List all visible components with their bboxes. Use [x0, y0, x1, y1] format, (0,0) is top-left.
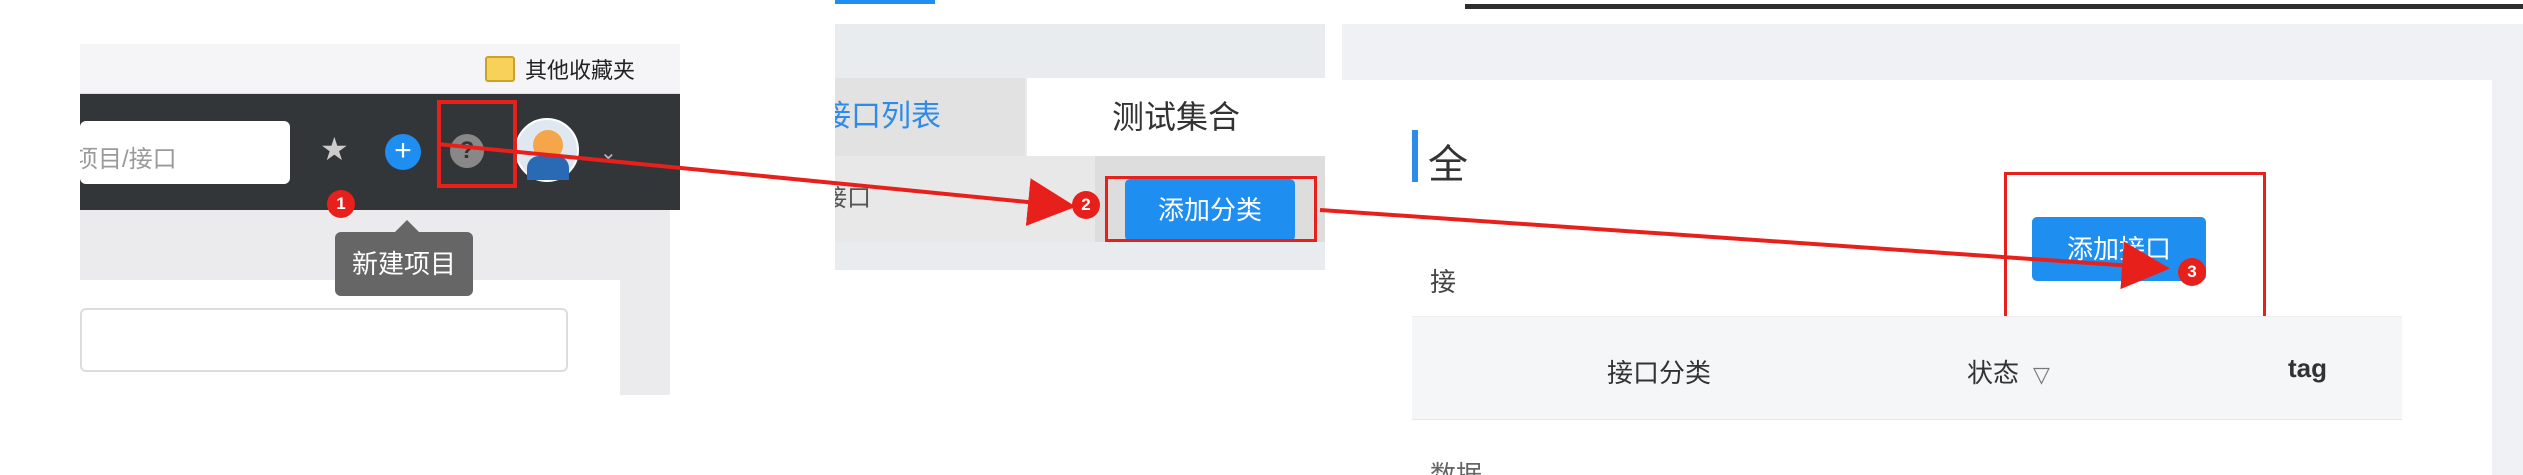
- avatar[interactable]: [515, 118, 579, 182]
- highlight-box-2: [1105, 176, 1317, 242]
- highlight-box-1: [437, 100, 517, 188]
- bookmarks-bar: 其他收藏夹: [80, 44, 680, 94]
- avatar-body: [527, 156, 569, 180]
- table-header: 接口分类 状态 ▽ tag: [1412, 316, 2402, 420]
- row-label: 接口: [835, 156, 1095, 242]
- side-label: 接: [1430, 267, 1457, 297]
- title-accent: [1412, 130, 1418, 182]
- chevron-down-icon[interactable]: ⌄: [600, 140, 617, 165]
- bookmark-folder[interactable]: 其他收藏夹: [485, 53, 635, 85]
- interface-content-panel: 全 接 添加接口 接口分类 状态 ▽ tag 数据: [1342, 0, 2523, 475]
- step-badge-2: 2: [1072, 191, 1100, 219]
- step-badge-3: 3: [2178, 258, 2206, 286]
- active-tab-indicator: [835, 0, 935, 4]
- interface-tabs-panel: 接口列表 测试集合 接口 添加分类: [835, 0, 1325, 270]
- th-category: 接口分类: [1607, 358, 1712, 388]
- top-border: [1465, 4, 2523, 9]
- bookmark-folder-label: 其他收藏夹: [525, 58, 636, 83]
- bookmark-folder-icon: [485, 56, 515, 82]
- th-status-cell[interactable]: 状态 ▽: [1967, 353, 2050, 390]
- search-placeholder: 项目/接口: [80, 146, 177, 173]
- action-card: [1462, 170, 2462, 320]
- star-icon[interactable]: ★: [320, 130, 349, 168]
- search-input[interactable]: 项目/接口: [80, 121, 290, 184]
- th-tag: tag: [2288, 353, 2327, 383]
- th-status: 状态: [1967, 358, 2020, 388]
- plus-circle-icon[interactable]: +: [385, 134, 421, 170]
- footer-text: 数据: [1430, 460, 1483, 475]
- project-input[interactable]: [80, 308, 568, 372]
- step-badge-1: 1: [327, 190, 355, 218]
- tab-test-collection[interactable]: 测试集合: [1027, 78, 1325, 156]
- browser-toolbar-panel: 其他收藏夹 项目/接口 ★ + ? ⌄ 新建项目: [80, 0, 680, 395]
- filter-icon[interactable]: ▽: [2033, 362, 2050, 388]
- tab-interface-list[interactable]: 接口列表: [835, 78, 1025, 156]
- tooltip-new-project: 新建项目: [335, 220, 473, 296]
